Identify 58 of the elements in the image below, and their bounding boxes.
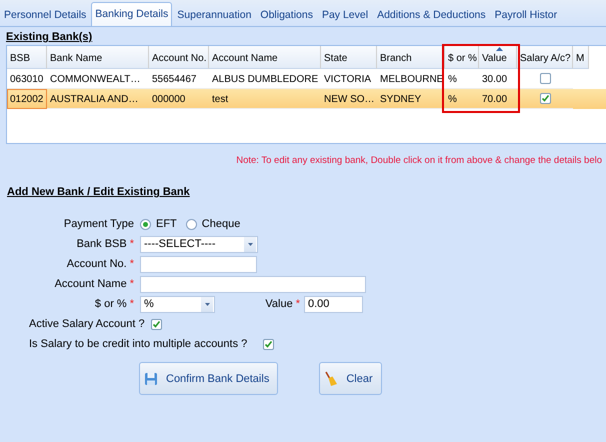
radio-option[interactable]: Cheque <box>186 218 240 230</box>
tab[interactable]: Superannuation <box>173 3 256 26</box>
tab[interactable]: Pay Level <box>318 3 372 26</box>
table-cell: % <box>445 89 479 109</box>
account-name-field[interactable] <box>140 276 366 292</box>
table-cell: 012002 <box>7 89 47 109</box>
field-label: Account No. <box>66 258 127 270</box>
column-header[interactable]: Salary A/c? <box>517 46 573 69</box>
field-label: Payment Type <box>64 218 134 230</box>
checkbox[interactable] <box>150 318 162 330</box>
section-title: Add New Bank / Edit Existing Bank <box>7 186 190 198</box>
column-header[interactable]: Account No. <box>149 46 209 69</box>
column-header[interactable]: Account Name <box>209 46 321 69</box>
table-cell: test <box>209 89 321 109</box>
checkbox[interactable] <box>540 93 550 104</box>
tab[interactable]: Additions & Deductions <box>373 3 490 26</box>
radio-option[interactable]: EFT <box>140 218 177 230</box>
sort-arrow-icon <box>496 47 503 51</box>
column-header[interactable]: $ or % <box>445 46 479 69</box>
table-cell: AUSTRALIA AND… <box>47 89 149 109</box>
table-cell: 063010 <box>7 69 47 89</box>
required-mark: * <box>296 298 300 310</box>
value-field[interactable]: 0.00 <box>304 296 363 312</box>
checkbox[interactable] <box>540 73 550 84</box>
field-label: Value <box>265 298 293 310</box>
section-title: Existing Bank(s) <box>6 31 92 43</box>
required-mark: * <box>130 258 134 270</box>
clear-button[interactable]: Clear <box>319 362 382 395</box>
tab[interactable]: Payroll Histor <box>490 3 562 26</box>
column-header[interactable]: M <box>573 46 589 69</box>
checkbox-label: Is Salary to be credit into multiple accounts ? <box>29 338 248 350</box>
table-row[interactable]: 012002 AUSTRALIA AND… 000000 test NEW SO… SYDNEY % 70.00 <box>7 89 606 109</box>
table-cell: 000000 <box>149 89 209 109</box>
field-label: Bank BSB <box>76 238 127 250</box>
broom-icon <box>324 370 338 386</box>
column-header[interactable]: Bank Name <box>47 46 149 69</box>
type-select[interactable]: % <box>140 296 215 312</box>
required-mark: * <box>130 238 134 250</box>
bank-select[interactable]: ----SELECT---- <box>140 236 258 252</box>
tab[interactable]: Banking Details <box>91 2 172 26</box>
tab[interactable]: Obligations <box>256 3 317 26</box>
column-header[interactable]: Value <box>479 46 517 69</box>
tab[interactable]: Personnel Details <box>0 3 90 26</box>
column-header[interactable]: BSB <box>7 46 47 69</box>
field-label: $ or % <box>94 298 127 310</box>
column-header[interactable]: State <box>321 46 377 69</box>
table-cell: SYDNEY <box>377 89 445 109</box>
column-header[interactable]: Branch <box>377 46 445 69</box>
required-mark: * <box>130 278 134 290</box>
account-number-field[interactable] <box>140 256 257 272</box>
table-cell: 70.00 <box>479 89 517 109</box>
confirm-button[interactable]: Confirm Bank Details <box>139 362 278 395</box>
checkbox[interactable] <box>263 338 274 350</box>
note-text: Note: To edit any existing bank, Double click on it from above & change the details belo <box>236 155 602 166</box>
checkbox-label: Active Salary Account ? <box>29 318 145 330</box>
field-label: Account Name <box>54 278 127 290</box>
table-cell: NEW SO… <box>321 89 377 109</box>
required-mark: * <box>130 298 134 310</box>
